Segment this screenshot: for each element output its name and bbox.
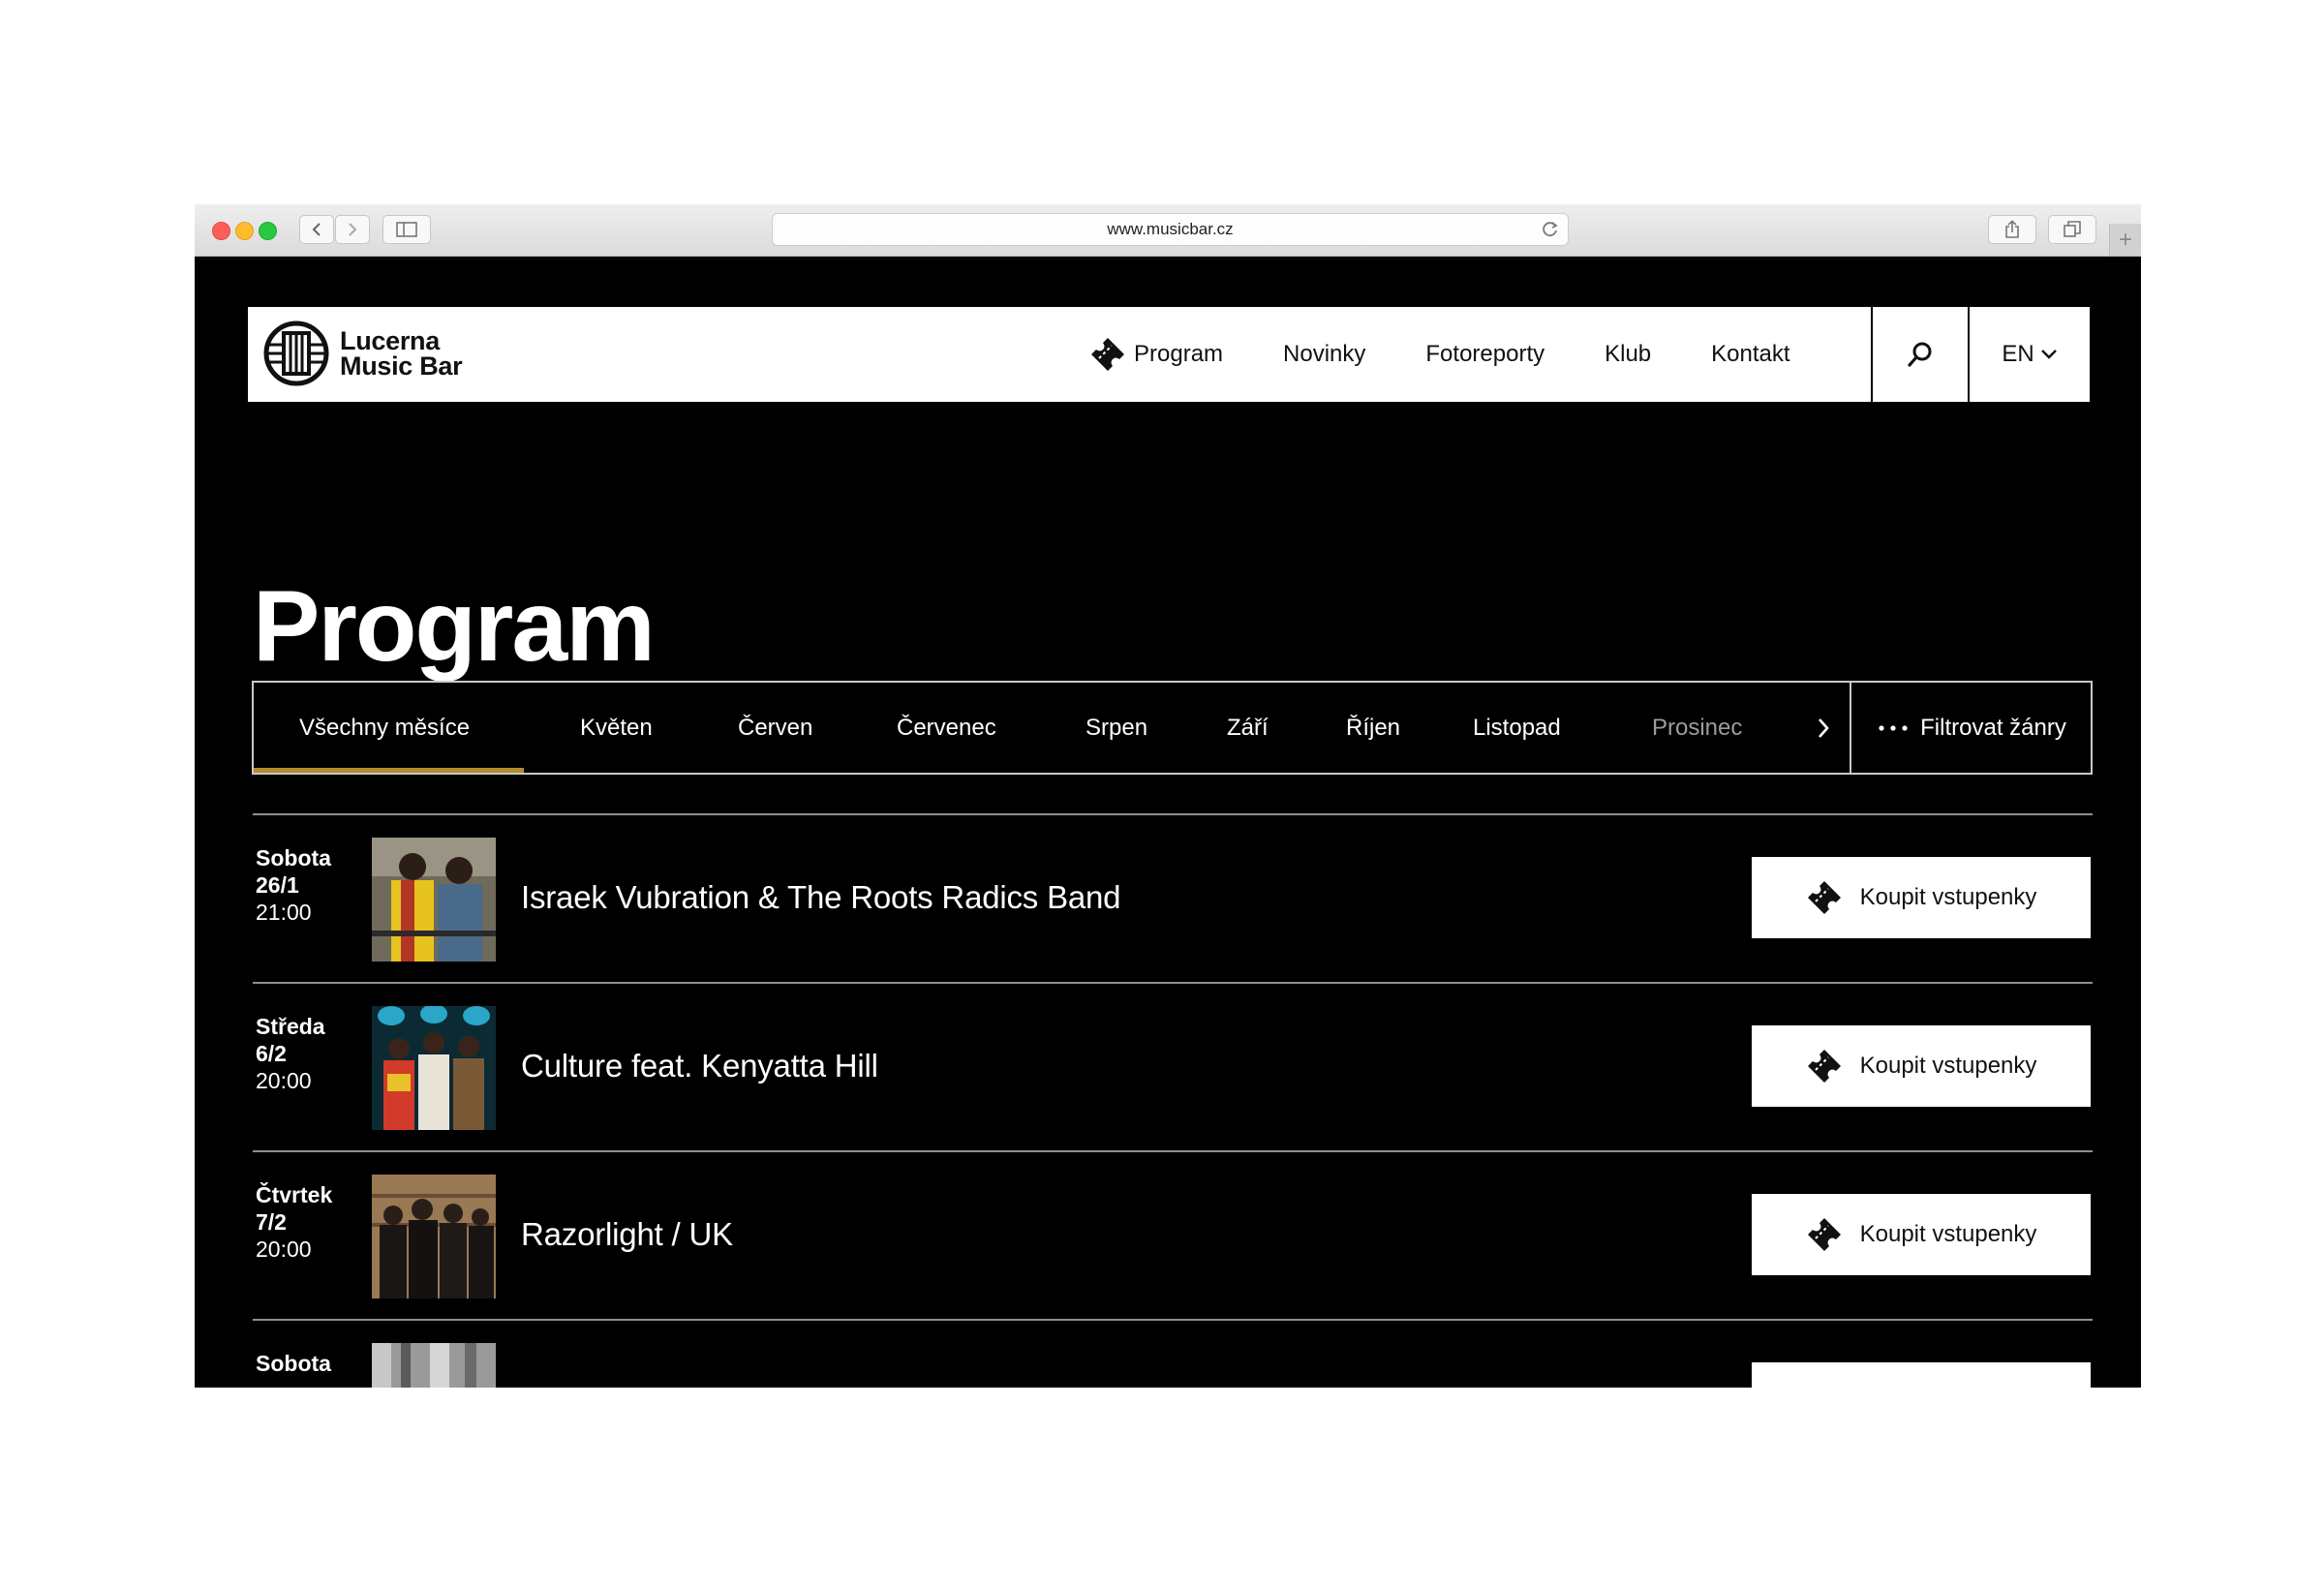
address-bar[interactable]: www.musicbar.cz [772,213,1569,246]
month-tab-listopad[interactable]: Listopad [1473,683,1561,773]
ticket-icon [1807,881,1841,914]
event-day-month: 6/2 [256,1041,287,1066]
chevron-right-icon[interactable] [1817,718,1830,739]
brand-line-2: Music Bar [340,351,463,381]
nav-klub-label: Klub [1605,341,1652,367]
event-day: Sobota [256,845,331,870]
back-button[interactable] [299,215,334,244]
nav-kontakt[interactable]: Kontakt [1711,341,1789,368]
buy-tickets-label: Koupit vstupenky [1859,884,2037,910]
event-photo[interactable] [372,838,496,962]
band-photo-image [372,1175,496,1298]
event-title[interactable]: Israek Vubration & The Roots Radics Band [521,879,1121,916]
month-tab-kveten[interactable]: Květen [580,683,653,773]
buy-tickets-button[interactable]: Koupit vstupenky [1752,1194,2091,1275]
browser-toolbar: www.musicbar.cz + [195,204,2141,257]
nav-kontakt-label: Kontakt [1711,341,1790,367]
event-row[interactable]: Čtvrtek 7/2 20:00 Razorlight / UK Koupit… [253,1152,2093,1298]
nav-klub[interactable]: Klub [1605,341,1651,368]
buy-tickets-button[interactable] [1752,1362,2091,1388]
event-date: Sobota 26/1 21:00 [256,844,331,926]
month-tab-srpen[interactable]: Srpen [1086,683,1147,773]
share-icon [2005,220,2019,238]
zoom-window-button[interactable] [259,222,277,240]
event-day-month: 7/2 [256,1209,287,1235]
genre-filter-label: Filtrovat žánry [1920,714,2066,741]
nav-program[interactable]: Program [1089,336,1223,373]
event-row[interactable]: Sobota [253,1321,2093,1388]
site-header: Lucerna Music Bar Program Novinky Fotore… [248,307,2090,402]
buy-tickets-button[interactable]: Koupit vstupenky [1752,1025,2091,1107]
lucerna-logo-icon[interactable] [262,320,330,387]
tabs-overview-button[interactable] [2048,215,2096,244]
event-photo[interactable] [372,1006,496,1130]
event-row[interactable]: Středa 6/2 20:00 Culture feat. Kenyatta … [253,984,2093,1130]
close-window-button[interactable] [212,222,230,240]
main-nav: Program Novinky Fotoreporty Klub Kontakt [1089,307,1850,402]
browser-window: www.musicbar.cz + Lucerna Music Bar Prog… [195,204,2141,1388]
month-filter-bar: Všechny měsíce Květen Červen Červenec Sr… [252,681,2093,775]
share-button[interactable] [1988,215,2036,244]
month-tab-cervenec[interactable]: Červenec [897,683,996,773]
event-time: 20:00 [256,1237,312,1262]
band-photo-image [372,1343,496,1388]
event-day: Čtvrtek [256,1182,333,1207]
sidebar-toggle-button[interactable] [382,215,431,244]
month-tab-prosinec[interactable]: Prosinec [1652,683,1742,773]
more-dots-icon [1879,724,1908,731]
page-title: Program [253,569,656,683]
minimize-window-button[interactable] [235,222,254,240]
website: Lucerna Music Bar Program Novinky Fotore… [195,257,2141,1388]
buy-tickets-label: Koupit vstupenky [1859,1053,2037,1079]
tabs-icon [2064,221,2081,237]
reload-icon[interactable] [1541,220,1560,239]
nav-novinky[interactable]: Novinky [1283,341,1365,368]
event-title[interactable]: Razorlight / UK [521,1216,733,1253]
month-tab-cerven[interactable]: Červen [738,683,812,773]
event-date: Čtvrtek 7/2 20:00 [256,1181,332,1263]
ticket-icon [1807,1218,1841,1251]
month-tab-all[interactable]: Všechny měsíce [253,683,525,773]
event-date: Středa 6/2 20:00 [256,1013,325,1094]
band-photo-image [372,838,496,962]
nav-novinky-label: Novinky [1283,341,1366,367]
nav-program-label: Program [1134,341,1224,367]
search-button[interactable] [1871,307,1968,402]
event-photo[interactable] [372,1175,496,1298]
nav-fotoreporty[interactable]: Fotoreporty [1425,341,1544,368]
event-day: Sobota [256,1351,331,1376]
buy-tickets-button[interactable]: Koupit vstupenky [1752,857,2091,938]
language-label: EN [2002,341,2034,367]
brand-line-1: Lucerna [340,326,440,355]
event-row[interactable]: Sobota 26/1 21:00 Israek Vubration & The… [253,815,2093,962]
event-title[interactable]: Culture feat. Kenyatta Hill [521,1048,878,1084]
forward-button[interactable] [335,215,370,244]
event-day: Středa [256,1014,325,1039]
nav-fotoreporty-label: Fotoreporty [1425,341,1545,367]
brand-name[interactable]: Lucerna Music Bar [340,326,463,381]
ticket-icon [1807,1050,1841,1083]
sidebar-icon [396,222,417,237]
buy-tickets-label: Koupit vstupenky [1859,1221,2037,1247]
chevron-left-icon [312,223,321,236]
language-selector[interactable]: EN [1968,307,2090,402]
search-icon [1908,342,1932,367]
url-text: www.musicbar.cz [1107,220,1234,238]
genre-filter-button[interactable]: Filtrovat žánry [1850,683,2093,773]
event-day-month: 26/1 [256,872,299,898]
new-tab-button[interactable]: + [2109,224,2141,256]
chevron-down-icon [2040,350,2057,359]
event-time: 20:00 [256,1068,312,1093]
event-date: Sobota [256,1350,331,1377]
month-tab-zari[interactable]: Září [1227,683,1269,773]
month-tab-rijen[interactable]: Říjen [1346,683,1400,773]
band-photo-image [372,1006,496,1130]
event-time: 21:00 [256,900,312,925]
plus-icon: + [2118,226,2132,253]
ticket-icon [1091,338,1124,371]
chevron-right-icon [349,223,357,236]
event-photo[interactable] [372,1343,496,1388]
